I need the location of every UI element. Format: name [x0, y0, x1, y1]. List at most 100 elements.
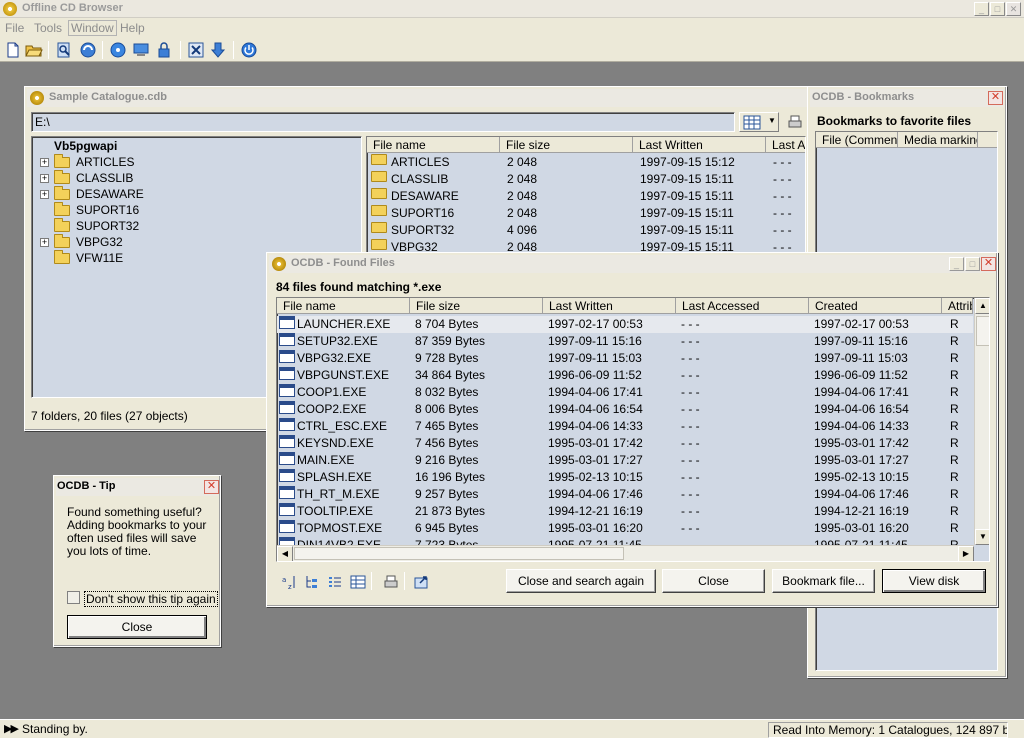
- found-files-list[interactable]: File name File size Last Written Last Ac…: [276, 297, 990, 562]
- menu-window[interactable]: Window: [68, 20, 117, 36]
- table-cell: 87 359 Bytes: [415, 334, 486, 348]
- dont-show-tip-label[interactable]: Don't show this tip again: [84, 591, 218, 607]
- col-file-size[interactable]: File size: [500, 137, 633, 153]
- disk-icon[interactable]: [109, 41, 127, 59]
- found-horizontal-scrollbar[interactable]: ◀ ▶: [277, 545, 974, 561]
- table-row[interactable]: VBPG32.EXE 9 728 Bytes 1997-09-11 15:03 - -…: [277, 350, 973, 367]
- print-icon[interactable]: [787, 114, 803, 130]
- col-created[interactable]: Created: [809, 298, 942, 314]
- menu-tools[interactable]: Tools: [34, 21, 62, 35]
- bookmark-file-button[interactable]: Bookmark file...: [772, 569, 875, 593]
- folder-icon: [54, 218, 70, 232]
- tools-icon[interactable]: [187, 41, 205, 59]
- table-cell: CTRL_ESC.EXE: [297, 419, 388, 433]
- table-row[interactable]: CLASSLIB 2 048 1997-09-15 15:11 - - -: [367, 171, 805, 188]
- found-close-button[interactable]: ✕: [981, 257, 996, 271]
- dont-show-tip-checkbox[interactable]: [67, 591, 80, 604]
- expand-icon[interactable]: +: [40, 238, 49, 247]
- table-row[interactable]: MAIN.EXE 9 216 Bytes 1995-03-01 17:27 - - -…: [277, 452, 973, 469]
- browser-icon[interactable]: [79, 41, 97, 59]
- found-files-window: OCDB - Found Files _ □ ✕ 84 files found …: [266, 252, 998, 607]
- tree-item[interactable]: + VBPG32: [36, 234, 356, 250]
- table-row[interactable]: COOP2.EXE 8 006 Bytes 1994-04-06 16:54 - - …: [277, 401, 973, 418]
- found-maximize-button[interactable]: □: [965, 257, 980, 271]
- table-cell: - - -: [681, 487, 700, 501]
- scroll-left-arrow[interactable]: ◀: [277, 546, 293, 561]
- table-row[interactable]: CTRL_ESC.EXE 7 465 Bytes 1994-04-06 14:33 -…: [277, 418, 973, 435]
- found-vertical-scrollbar[interactable]: ▲ ▼: [974, 298, 989, 545]
- table-row[interactable]: TH_RT_M.EXE 9 257 Bytes 1994-04-06 17:46 - …: [277, 486, 973, 503]
- table-row[interactable]: LAUNCHER.EXE 8 704 Bytes 1997-02-17 00:53 -…: [277, 316, 973, 333]
- expand-icon[interactable]: +: [40, 190, 49, 199]
- maximize-button[interactable]: □: [990, 2, 1005, 16]
- view-mode-dropdown[interactable]: ▼: [739, 112, 779, 132]
- table-row[interactable]: SUPORT32 4 096 1997-09-15 15:11 - - -: [367, 222, 805, 239]
- table-row[interactable]: ARTICLES 2 048 1997-09-15 15:12 - - -: [367, 154, 805, 171]
- computer-icon[interactable]: [132, 41, 150, 59]
- details-view-icon[interactable]: [350, 574, 366, 590]
- col-file-comment[interactable]: File (Comment): [816, 132, 898, 148]
- menu-file[interactable]: File: [5, 21, 24, 35]
- download-icon[interactable]: [209, 41, 227, 59]
- close-button[interactable]: ✕: [1006, 2, 1021, 16]
- col-media-marking[interactable]: Media marking: [898, 132, 978, 148]
- col-file-name[interactable]: File name: [367, 137, 500, 153]
- view-disk-button[interactable]: View disk: [882, 569, 986, 593]
- col-attributes[interactable]: Attribu: [942, 298, 973, 314]
- catalogue-status-text: 7 folders, 20 files (27 objects): [31, 409, 188, 423]
- path-field[interactable]: E:\: [31, 112, 735, 132]
- tree-item[interactable]: SUPORT16: [36, 202, 356, 218]
- vertical-scroll-thumb[interactable]: [976, 316, 989, 346]
- tree-item[interactable]: + CLASSLIB: [36, 170, 356, 186]
- table-row[interactable]: VBPGUNST.EXE 34 864 Bytes 1996-06-09 11:52…: [277, 367, 973, 384]
- table-row[interactable]: COOP1.EXE 8 032 Bytes 1994-04-06 17:41 - - …: [277, 384, 973, 401]
- new-catalogue-icon[interactable]: [4, 41, 22, 59]
- table-row[interactable]: DESAWARE 2 048 1997-09-15 15:11 - - -: [367, 188, 805, 205]
- open-icon[interactable]: [25, 41, 43, 59]
- menu-help[interactable]: Help: [120, 21, 145, 35]
- tree-item[interactable]: + ARTICLES: [36, 154, 356, 170]
- sort-az-icon[interactable]: az: [281, 574, 297, 590]
- found-close-dialog-button[interactable]: Close: [662, 569, 765, 593]
- print-icon[interactable]: [383, 574, 399, 590]
- power-icon[interactable]: [240, 41, 258, 59]
- minimize-button[interactable]: _: [974, 2, 989, 16]
- col-last-accessed[interactable]: Last Accessed: [676, 298, 809, 314]
- table-row[interactable]: TOOLTIP.EXE 21 873 Bytes 1994-12-21 16:19 -…: [277, 503, 973, 520]
- tree-item[interactable]: + DESAWARE: [36, 186, 356, 202]
- scroll-down-arrow[interactable]: ▼: [975, 529, 989, 545]
- tip-close-x-button[interactable]: ✕: [204, 480, 219, 494]
- table-row[interactable]: SUPORT16 2 048 1997-09-15 15:11 - - -: [367, 205, 805, 222]
- tree-root[interactable]: Vb5pgwapi: [54, 138, 117, 154]
- table-row[interactable]: SETUP32.EXE 87 359 Bytes 1997-09-11 15:16 -…: [277, 333, 973, 350]
- file-list[interactable]: File name File size Last Written Last Ac…: [366, 136, 806, 256]
- table-cell: 8 006 Bytes: [415, 402, 479, 416]
- close-and-search-again-button[interactable]: Close and search again: [506, 569, 656, 593]
- tree-item[interactable]: SUPORT32: [36, 218, 356, 234]
- scroll-right-arrow[interactable]: ▶: [958, 546, 974, 561]
- bookmarks-close-button[interactable]: ✕: [988, 91, 1003, 105]
- col-file-name[interactable]: File name: [277, 298, 410, 314]
- table-row[interactable]: KEYSND.EXE 7 456 Bytes 1995-03-01 17:42 - -…: [277, 435, 973, 452]
- col-last-written[interactable]: Last Written: [543, 298, 676, 314]
- col-last-accessed[interactable]: Last Ac: [766, 137, 805, 153]
- list-view-icon[interactable]: [327, 574, 343, 590]
- horizontal-scroll-thumb[interactable]: [294, 547, 624, 560]
- expand-icon[interactable]: +: [40, 174, 49, 183]
- lock-icon[interactable]: [155, 41, 173, 59]
- details-grid-icon: [743, 115, 761, 130]
- tip-close-button[interactable]: Close: [67, 615, 207, 639]
- found-minimize-button[interactable]: _: [949, 257, 964, 271]
- col-file-size[interactable]: File size: [410, 298, 543, 314]
- table-row[interactable]: SPLASH.EXE 16 196 Bytes 1995-02-13 10:15 - …: [277, 469, 973, 486]
- table-cell: 1994-04-06 14:33: [548, 419, 643, 433]
- export-icon[interactable]: [413, 574, 429, 590]
- expand-icon[interactable]: +: [40, 158, 49, 167]
- col-last-written[interactable]: Last Written: [633, 137, 766, 153]
- find-icon[interactable]: [55, 41, 73, 59]
- table-cell: 1995-03-01 17:27: [548, 453, 643, 467]
- scroll-up-arrow[interactable]: ▲: [975, 298, 989, 314]
- tree-view-icon[interactable]: [304, 574, 320, 590]
- table-cell: 1996-06-09 11:52: [814, 368, 908, 382]
- table-row[interactable]: TOPMOST.EXE 6 945 Bytes 1995-03-01 16:20 - …: [277, 520, 973, 537]
